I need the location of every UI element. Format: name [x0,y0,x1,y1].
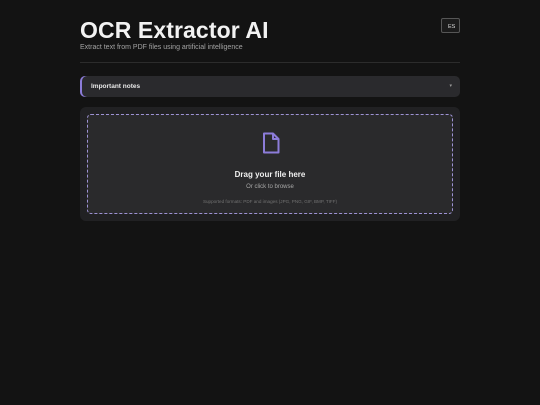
browse-link[interactable]: Or click to browse [88,184,452,190]
chevron-down-icon: ▾ [449,83,452,89]
app-page: OCR Extractor AI Extract text from PDF f… [0,0,540,405]
supported-formats-text: Supported formats: PDF and images (JPG, … [202,199,338,204]
page-title: OCR Extractor AI [80,17,269,43]
file-icon [263,132,280,154]
upload-card: Drag your file here Or click to browse S… [80,107,460,221]
page-header: OCR Extractor AI Extract text from PDF f… [80,14,460,63]
dropzone-title: Drag your file here [234,170,306,179]
language-toggle-button[interactable]: ES [441,18,460,33]
file-dropzone[interactable]: Drag your file here Or click to browse S… [87,114,453,214]
important-notes-toggle[interactable]: Important notes ▾ [80,76,460,97]
page-subtitle: Extract text from PDF files using artifi… [80,44,243,51]
notes-label: Important notes [91,83,141,90]
